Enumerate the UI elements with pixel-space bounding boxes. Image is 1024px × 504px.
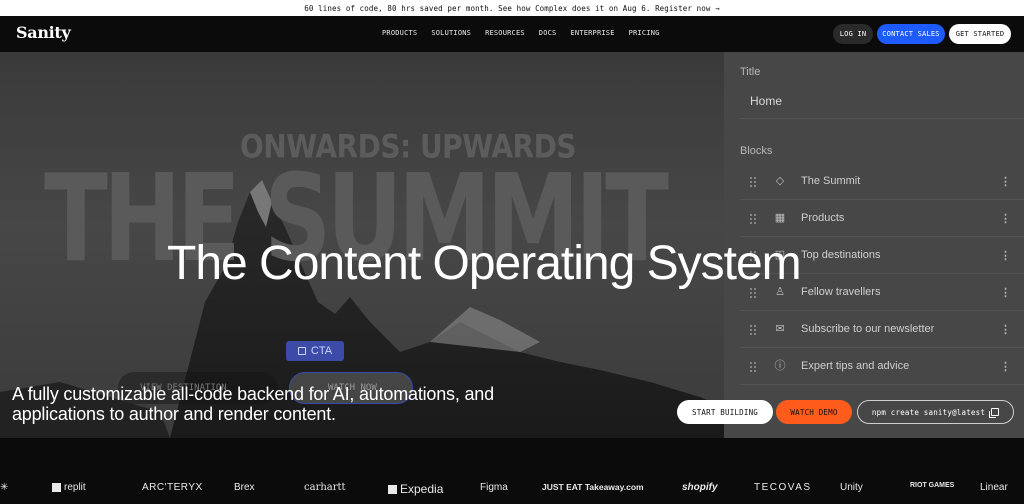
replit-icon <box>52 483 61 492</box>
announcement-bar[interactable]: 60 lines of code, 80 hrs saved per month… <box>0 0 1024 16</box>
logo-carhartt: carhartt <box>304 482 346 493</box>
block-row: ✉ Subscribe to our newsletter ⋮ <box>740 311 1024 348</box>
diamond-icon: ◇ <box>775 175 785 187</box>
copy-icon <box>989 408 1000 418</box>
grid-icon: ▦ <box>774 212 786 224</box>
menu-enterprise[interactable]: ENTERPRISE <box>570 29 614 37</box>
contact-sales-button[interactable]: CONTACT SALES <box>877 24 945 44</box>
block-row: ⓘ Expert tips and advice ⋮ <box>740 348 1024 385</box>
logo-text: Linear <box>980 482 1008 493</box>
logo-text: Brex <box>234 482 255 493</box>
watch-demo-button[interactable]: WATCH DEMO <box>776 400 852 424</box>
top-nav: Sanity PRODUCTS SOLUTIONS RESOURCES DOCS… <box>0 16 1024 52</box>
logo-brex: Brex <box>234 482 255 493</box>
logo-partial-icon: ✳ <box>0 482 9 493</box>
logo-text: Figma <box>480 482 508 493</box>
drag-handle-icon <box>750 214 756 224</box>
envelope-icon: ✉ <box>775 323 785 335</box>
logo-text: TECOVAS <box>754 482 812 493</box>
customer-logos: ✳ replit ARC'TERYX Brex carhartt Expedia… <box>0 438 1024 504</box>
cta-chip-label: CTA <box>310 345 333 357</box>
logo-text: shopify <box>682 482 718 493</box>
block-label: Expert tips and advice <box>801 360 910 372</box>
title-field-label: Title <box>740 66 761 78</box>
announcement-text[interactable]: 60 lines of code, 80 hrs saved per month… <box>304 4 719 13</box>
menu-products[interactable]: PRODUCTS <box>382 29 417 37</box>
sanity-logo[interactable]: Sanity <box>16 23 71 42</box>
logo-unity: Unity <box>840 482 863 493</box>
hero-subheadline: A fully customizable all-code backend fo… <box>12 384 494 424</box>
block-label: Fellow travellers <box>801 286 881 298</box>
info-icon: ⓘ <box>774 360 786 372</box>
block-row: ◇ The Summit ⋮ <box>740 163 1024 200</box>
logo-arcteryx: ARC'TERYX <box>142 482 203 493</box>
block-label: Top destinations <box>801 249 881 261</box>
logo-text: Unity <box>840 482 863 493</box>
logo-riot-games: RIOT GAMES <box>910 482 954 489</box>
npm-command-text: npm create sanity@latest <box>871 407 986 417</box>
logo-shopify: shopify <box>682 482 718 493</box>
logo-text: carhartt <box>304 482 346 493</box>
get-started-button[interactable]: GET STARTED <box>949 24 1011 44</box>
block-label: Products <box>801 212 845 224</box>
logo-text: ARC'TERYX <box>142 482 203 493</box>
logo-replit: replit <box>52 482 86 493</box>
cta-icon <box>297 347 306 355</box>
more-icon: ⋮ <box>1000 176 1011 188</box>
block-label: The Summit <box>801 175 861 187</box>
menu-docs[interactable]: DOCS <box>539 29 557 37</box>
blocks-label: Blocks <box>740 145 773 157</box>
menu-pricing[interactable]: PRICING <box>629 29 660 37</box>
logo-text: RIOT GAMES <box>910 482 955 489</box>
title-field-value: Home <box>750 94 783 108</box>
logo-just-eat: JUST EAT Takeaway.com <box>542 482 644 492</box>
more-icon: ⋮ <box>1000 250 1011 262</box>
expedia-icon <box>388 484 397 494</box>
drag-handle-icon <box>750 177 756 187</box>
more-icon: ⋮ <box>1000 213 1011 225</box>
more-icon: ⋮ <box>1000 287 1011 299</box>
logo-text: replit <box>64 482 86 493</box>
logo-expedia: Expedia <box>388 482 443 496</box>
logo-text: JUST EAT Takeaway.com <box>542 482 644 492</box>
menu-resources[interactable]: RESOURCES <box>485 29 525 37</box>
more-icon: ⋮ <box>1000 324 1011 336</box>
logo-tecovas: TECOVAS <box>754 482 812 493</box>
start-building-button[interactable]: START BUILDING <box>677 400 773 424</box>
logo-text: Expedia <box>400 482 444 496</box>
logo-linear: Linear <box>980 482 1008 493</box>
block-label: Subscribe to our newsletter <box>801 323 935 335</box>
drag-handle-icon <box>750 362 756 372</box>
hero-headline: The Content Operating System <box>167 237 802 290</box>
logo-figma: Figma <box>480 482 508 493</box>
menu-solutions[interactable]: SOLUTIONS <box>431 29 471 37</box>
main-menu: PRODUCTS SOLUTIONS RESOURCES DOCS ENTERP… <box>382 29 674 37</box>
more-icon: ⋮ <box>1000 361 1011 373</box>
npm-command-button[interactable]: npm create sanity@latest <box>857 400 1014 424</box>
login-button[interactable]: LOG IN <box>833 24 873 44</box>
hero-section: ONWARDS: UPWARDS THE SUMMIT CTA VIEW DES… <box>0 52 1024 438</box>
drag-handle-icon <box>750 325 756 335</box>
panel-divider <box>740 118 1024 119</box>
block-row: ▦ Products ⋮ <box>740 200 1024 237</box>
cta-chip: CTA <box>286 341 344 361</box>
